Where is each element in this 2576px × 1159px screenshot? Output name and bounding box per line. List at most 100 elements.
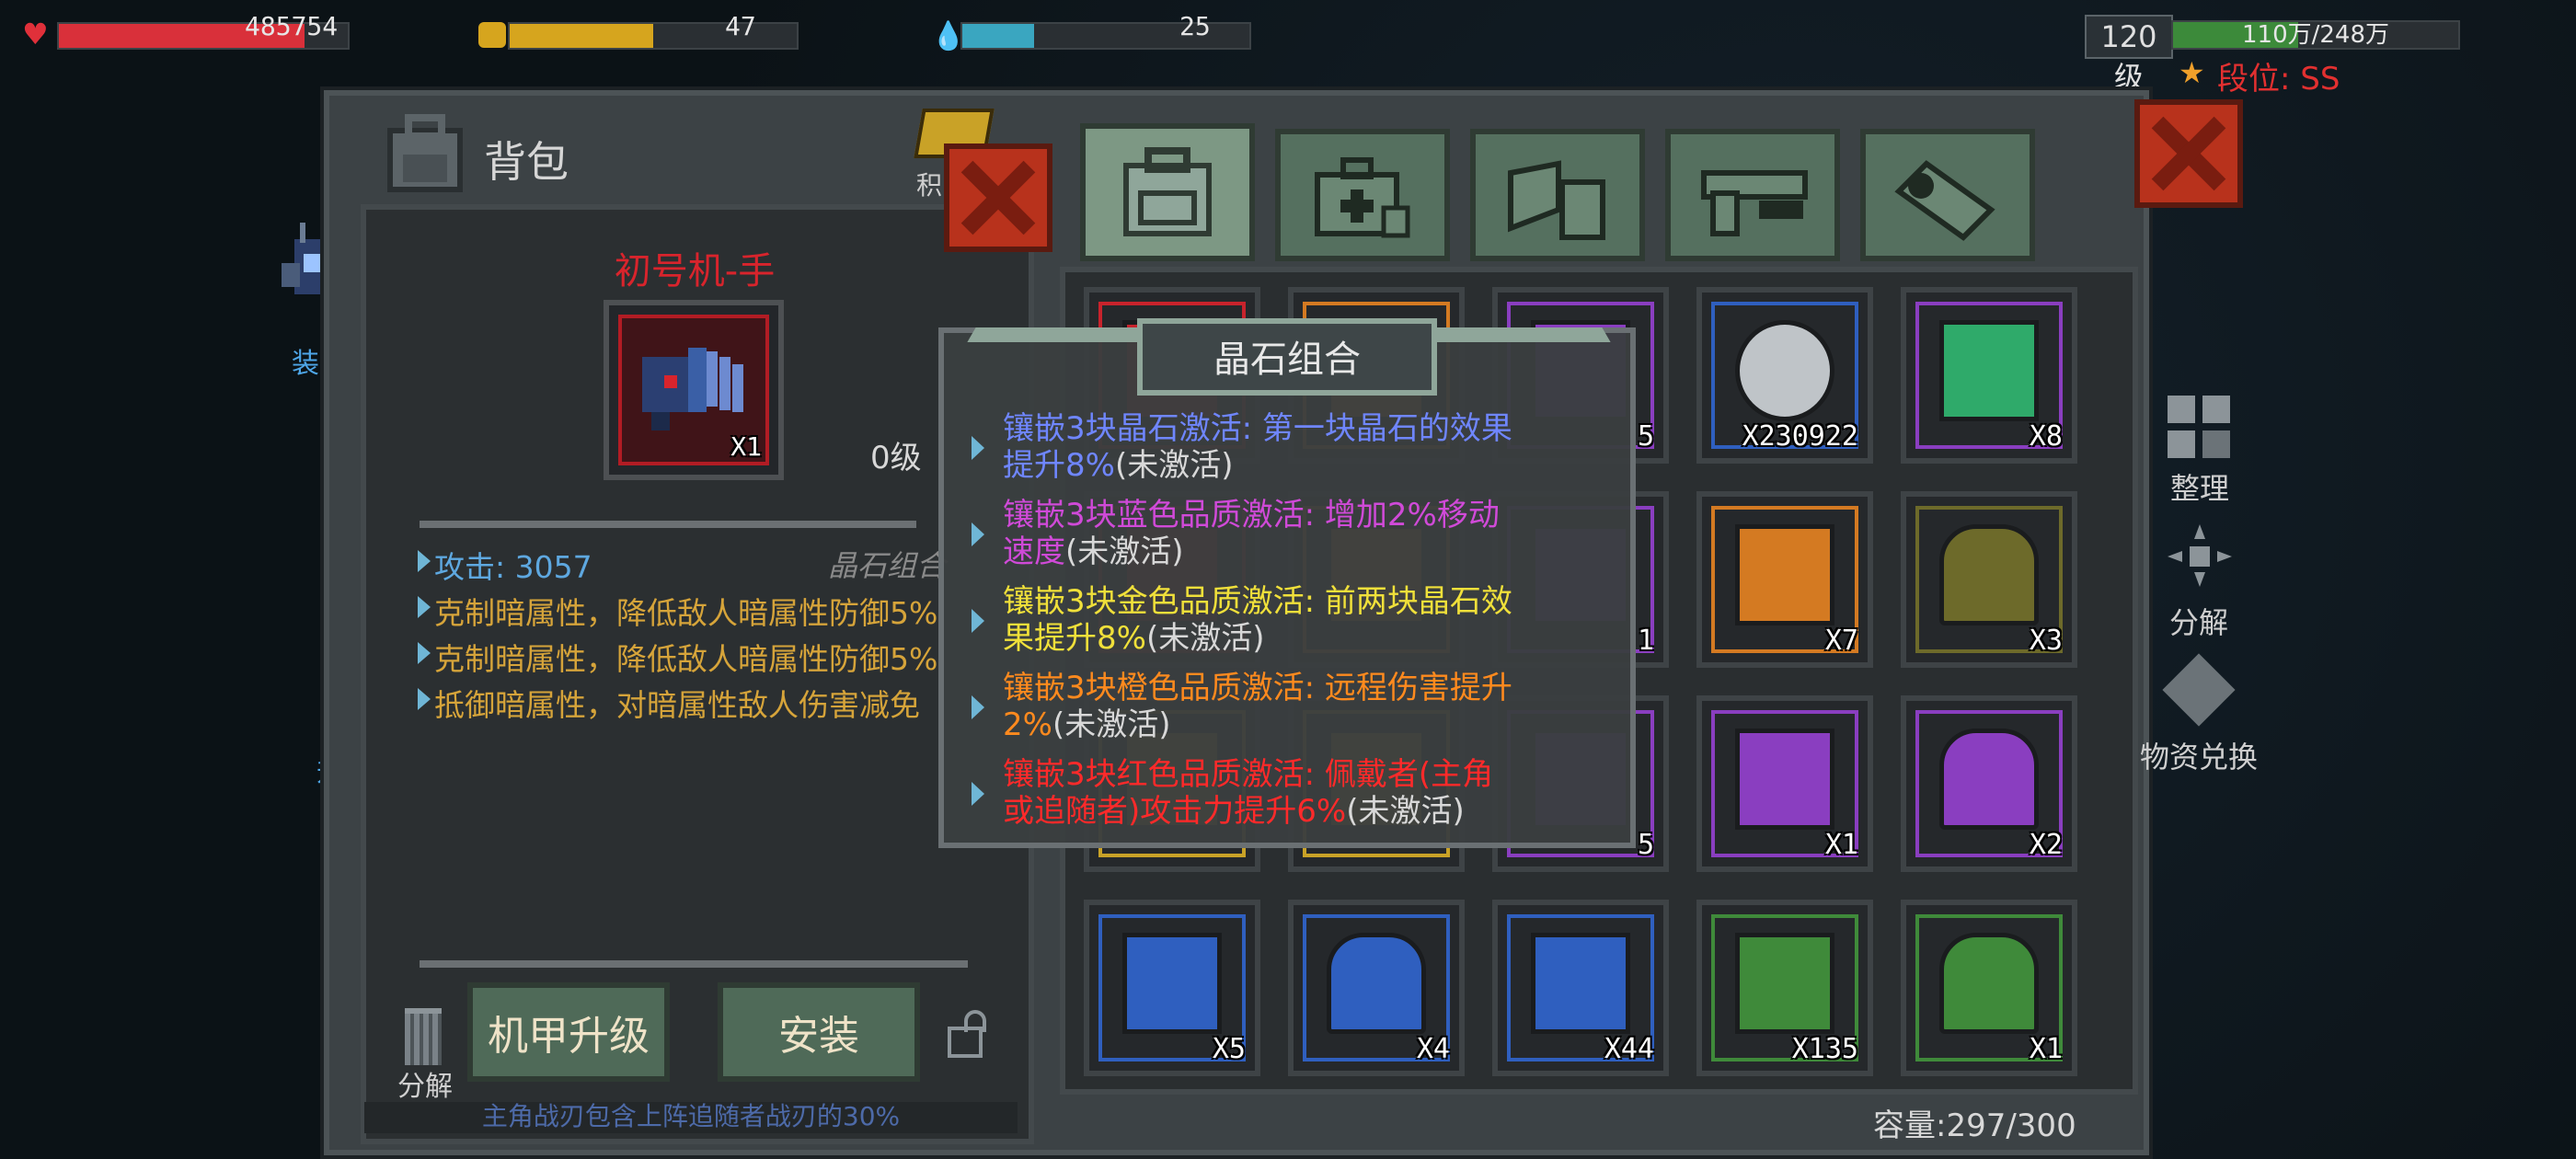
tab-materials[interactable]: [1470, 129, 1645, 261]
slot-qty: X4: [1416, 1033, 1450, 1065]
footer-note: 主角战刃包含上阵追随者战刃的30%: [364, 1102, 1018, 1133]
stat-line: 抵御暗属性，对暗属性敌人伤害减免: [418, 681, 920, 725]
trash-icon: [405, 1008, 442, 1065]
purple-chest-icon: [1939, 729, 2039, 830]
exchange-icon: [2162, 653, 2236, 727]
slot-qty: 5: [1637, 829, 1654, 861]
material-icon: [1508, 160, 1605, 240]
inactive-status: (未激活): [1346, 793, 1465, 830]
tab-backpack[interactable]: [1080, 123, 1255, 261]
sort-action[interactable]: 整理: [2158, 392, 2241, 506]
arrow-icon: [972, 695, 984, 719]
heart-icon: ♥: [22, 17, 49, 52]
tab-weapons[interactable]: [1665, 129, 1840, 261]
item-qty: X1: [730, 431, 762, 462]
stat-line: 克制暗属性，降低敌人暗属性防御5%: [418, 635, 937, 679]
silver-coin-icon: [1735, 320, 1834, 421]
inventory-slot[interactable]: X3: [1901, 491, 2077, 668]
slot-qty: X44: [1604, 1033, 1654, 1065]
stat-line: 克制暗属性，降低敌人暗属性防御5%: [418, 589, 937, 633]
tab-medical[interactable]: [1275, 129, 1450, 261]
tooltip-entry: 镶嵌3块红色品质激活: 佩戴者(主角 或追随者)攻击力提升6%(未激活): [1003, 756, 1494, 830]
tooltip-entry: 镶嵌3块晶石激活: 第一块晶石的效果 提升8%(未激活): [1003, 410, 1512, 484]
water-value: 25: [1179, 11, 1211, 41]
gem-combo-link[interactable]: 晶石组合: [828, 543, 946, 585]
tooltip-wing-right: [1427, 327, 1611, 342]
slot-qty: X3: [2029, 625, 2063, 657]
gold-chest-icon: [1939, 524, 2039, 625]
food-icon: [478, 22, 506, 48]
tooltip-wing-left: [967, 327, 1151, 342]
rank-label: 段位: SS: [2217, 61, 2340, 98]
decompose-item[interactable]: 分解: [388, 1004, 462, 1103]
wrench-icon: [1894, 160, 1995, 241]
exchange-action[interactable]: 物资兑换: [2136, 653, 2261, 778]
tooltip-entry: 镶嵌3块橙色品质激活: 远程伤害提升 2%(未激活): [1003, 670, 1512, 743]
arrow-icon: [418, 596, 431, 618]
tooltip-title: 晶石组合: [1213, 339, 1361, 381]
item-name: 初号机-手: [614, 250, 776, 293]
inactive-status: (未激活): [1052, 706, 1171, 743]
medkit-icon: [1315, 157, 1410, 238]
inactive-status: (未激活): [1145, 620, 1265, 657]
inventory-slot[interactable]: X8: [1901, 287, 2077, 464]
food-value: 47: [725, 11, 756, 41]
slot-qty: X7: [1824, 625, 1858, 657]
decompose-action[interactable]: 分解: [2153, 521, 2245, 640]
slot-qty: X135: [1791, 1033, 1858, 1065]
green-box-icon: [1735, 933, 1834, 1034]
blue-gold-box-icon: [1531, 933, 1630, 1034]
rank-star-icon: ★: [2179, 55, 2205, 90]
backpack-header-icon: [381, 114, 469, 195]
capacity-text: 容量:297/300: [1873, 1107, 2076, 1144]
slot-qty: X2: [2029, 829, 2063, 861]
divider-top: [420, 521, 916, 528]
inactive-status: (未激活): [1065, 534, 1184, 570]
inventory-slot[interactable]: X5: [1084, 900, 1260, 1076]
inventory-slot[interactable]: X230922: [1696, 287, 1873, 464]
orange-crate-icon: [1735, 524, 1834, 625]
tab-tools[interactable]: [1860, 129, 2035, 261]
slot-qty: X5: [1212, 1033, 1246, 1065]
backpack-title: 背包: [484, 137, 569, 187]
gray-chest-icon: [1939, 933, 2039, 1034]
arrow-icon: [972, 782, 984, 806]
inactive-status: (未激活): [1114, 447, 1234, 484]
install-button[interactable]: 安装: [718, 982, 920, 1082]
hp-value: 485754: [245, 11, 339, 41]
mech-upgrade-button[interactable]: 机甲升级: [467, 982, 670, 1082]
arrow-icon: [972, 609, 984, 633]
arrow-icon: [972, 436, 984, 460]
slot-qty: 5: [1637, 420, 1654, 453]
close-inventory-button[interactable]: [2134, 99, 2243, 208]
inventory-slot[interactable]: X2: [1901, 695, 2077, 872]
slot-qty: X1: [1824, 829, 1858, 861]
selected-item-slot[interactable]: X1: [604, 300, 784, 480]
inventory-slot[interactable]: X135: [1696, 900, 1873, 1076]
arrow-icon: [418, 642, 431, 664]
decompose-side-label: 分解: [2168, 605, 2228, 640]
sort-grid-icon: [2168, 396, 2232, 460]
tooltip-entry: 镶嵌3块蓝色品质激活: 增加2%移动 速度(未激活): [1003, 497, 1500, 570]
divider-bottom: [420, 960, 968, 968]
slot-qty: X1: [2029, 1033, 2063, 1065]
inventory-slot[interactable]: X1: [1696, 695, 1873, 872]
inventory-slot[interactable]: X4: [1288, 900, 1465, 1076]
exp-text: 110万/248万: [2241, 21, 2389, 49]
backpack-icon: [1123, 147, 1212, 236]
slot-qty: X8: [2029, 420, 2063, 453]
stat-line: 攻击: 3057: [418, 543, 592, 587]
blue-chest-icon: [1327, 933, 1426, 1034]
level-badge: 120级: [2085, 15, 2173, 95]
slot-qty: X230922: [1742, 420, 1858, 453]
sort-label: 整理: [2169, 471, 2229, 506]
inventory-slot[interactable]: X7: [1696, 491, 1873, 668]
arrow-icon: [972, 522, 984, 546]
close-detail-button[interactable]: [944, 143, 1052, 252]
exchange-label: 物资兑换: [2139, 740, 2258, 775]
decompose-label: 分解: [397, 1071, 453, 1103]
inventory-slot[interactable]: X1: [1901, 900, 2077, 1076]
unlock-icon[interactable]: [948, 1010, 986, 1060]
inventory-slot[interactable]: X44: [1492, 900, 1669, 1076]
peek-label: 积: [916, 170, 943, 201]
